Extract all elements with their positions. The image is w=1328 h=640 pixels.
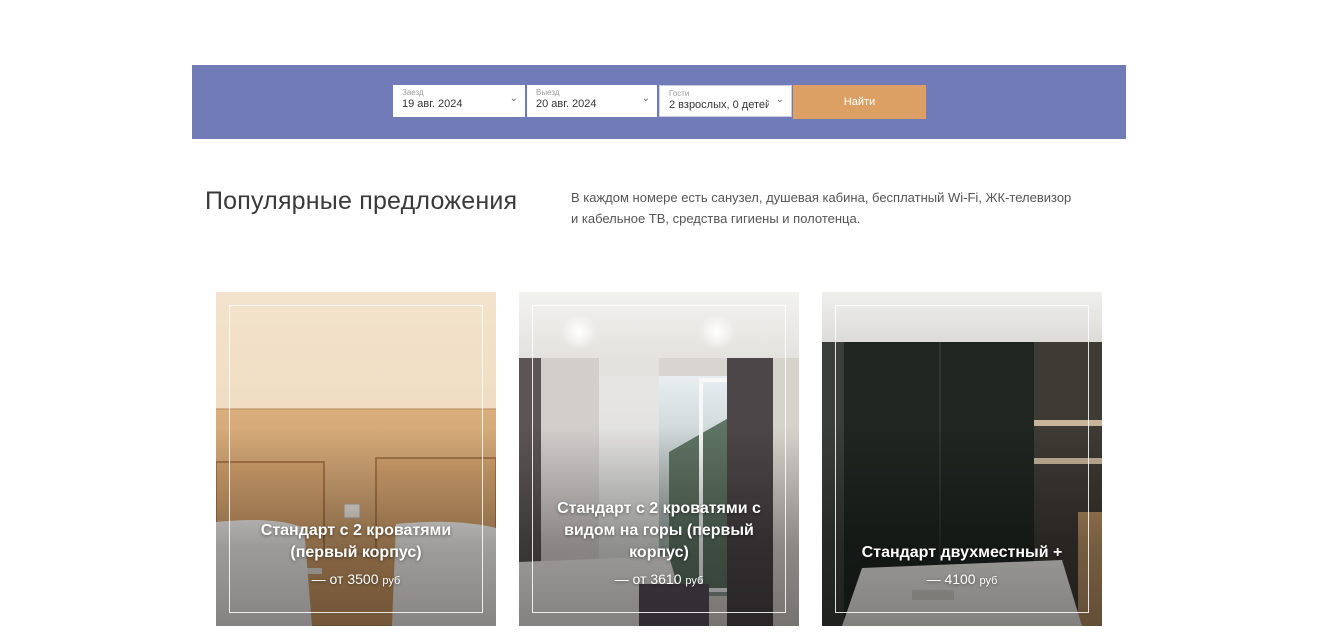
room-card[interactable]: Стандарт с 2 кроватями с видом на горы (… — [519, 292, 799, 626]
room-name: Стандарт с 2 кроватями с видом на горы (… — [557, 500, 761, 561]
guests-label: Гости — [669, 89, 690, 98]
search-button[interactable]: Найти — [793, 85, 926, 119]
checkin-value: 19 авг. 2024 — [402, 98, 463, 110]
room-name: Стандарт с 2 кроватями (первый корпус) — [260, 522, 452, 561]
card-info: Стандарт двухместный + — 4100 руб — [842, 542, 1082, 590]
chevron-down-icon: ⌄ — [509, 93, 518, 104]
room-price: — от 3500 руб — [236, 570, 476, 590]
price-prefix: — от — [614, 571, 651, 587]
checkout-label: Выезд — [536, 88, 560, 97]
guests-value: 2 взрослых, 0 детей — [669, 99, 769, 111]
checkin-label: Заезд — [402, 88, 424, 97]
room-price: — 4100 руб — [842, 570, 1082, 590]
room-price: — от 3610 руб — [539, 570, 779, 590]
price-value: 4100 — [944, 571, 976, 587]
guests-field[interactable]: Гости 2 взрослых, 0 детей ⌄ — [659, 85, 792, 117]
checkout-date-field[interactable]: Выезд 20 авг. 2024 ⌄ — [527, 85, 657, 117]
price-currency: руб — [685, 575, 704, 587]
price-value: 3500 — [347, 571, 379, 587]
price-prefix: — от — [311, 571, 348, 587]
room-card[interactable]: Стандарт с 2 кроватями (первый корпус) —… — [216, 292, 496, 626]
chevron-down-icon: ⌄ — [775, 94, 784, 105]
price-currency: руб — [979, 575, 998, 587]
price-currency: руб — [382, 575, 401, 587]
price-value: 3610 — [650, 571, 682, 587]
card-info: Стандарт с 2 кроватями (первый корпус) —… — [236, 520, 476, 590]
booking-bar: Заезд 19 авг. 2024 ⌄ Выезд 20 авг. 2024 … — [192, 65, 1126, 139]
room-name: Стандарт двухместный + — [861, 544, 1063, 561]
room-card[interactable]: Стандарт двухместный + — 4100 руб — [822, 292, 1102, 626]
chevron-down-icon: ⌄ — [641, 93, 650, 104]
section-title: Популярные предложения — [205, 187, 518, 215]
card-info: Стандарт с 2 кроватями с видом на горы (… — [539, 498, 779, 590]
price-prefix: — — [926, 571, 945, 587]
section-description: В каждом номере есть санузел, душевая ка… — [571, 190, 1072, 226]
checkout-value: 20 авг. 2024 — [536, 98, 597, 110]
checkin-date-field[interactable]: Заезд 19 авг. 2024 ⌄ — [393, 85, 525, 117]
